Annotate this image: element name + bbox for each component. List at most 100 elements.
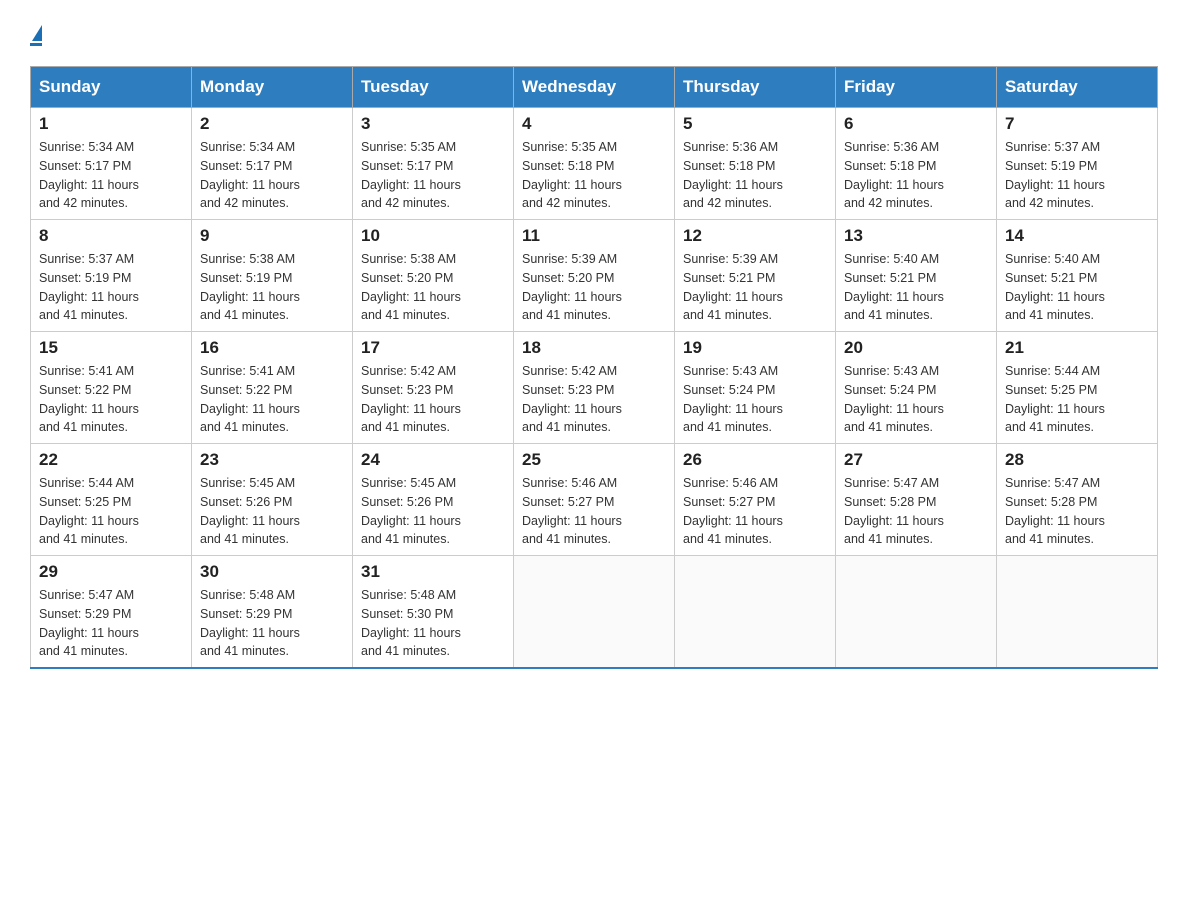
day-number: 11 [522,226,666,246]
calendar-cell: 29 Sunrise: 5:47 AMSunset: 5:29 PMDayligh… [31,556,192,669]
day-info: Sunrise: 5:42 AMSunset: 5:23 PMDaylight:… [522,362,666,437]
day-number: 29 [39,562,183,582]
day-info: Sunrise: 5:36 AMSunset: 5:18 PMDaylight:… [683,138,827,213]
day-number: 3 [361,114,505,134]
day-number: 19 [683,338,827,358]
calendar-cell: 18Sunrise: 5:42 AMSunset: 5:23 PMDayligh… [514,332,675,444]
week-row-4: 22Sunrise: 5:44 AMSunset: 5:25 PMDayligh… [31,444,1158,556]
day-number: 12 [683,226,827,246]
day-number: 14 [1005,226,1149,246]
calendar-cell [675,556,836,669]
day-number: 28 [1005,450,1149,470]
day-info: Sunrise: 5:34 AMSunset: 5:17 PMDaylight:… [200,138,344,213]
day-number: 15 [39,338,183,358]
header-friday: Friday [836,67,997,108]
day-info: Sunrise: 5:45 AMSunset: 5:26 PMDaylight:… [361,474,505,549]
header-thursday: Thursday [675,67,836,108]
calendar-cell: 26 Sunrise: 5:46 AMSunset: 5:27 PMDayligh… [675,444,836,556]
day-number: 1 [39,114,183,134]
week-row-3: 15 Sunrise: 5:41 AMSunset: 5:22 PMDayligh… [31,332,1158,444]
day-info: Sunrise: 5:39 AMSunset: 5:21 PMDaylight:… [683,250,827,325]
day-info: Sunrise: 5:41 AMSunset: 5:22 PMDaylight:… [200,362,344,437]
logo-divider [30,43,42,46]
day-number: 20 [844,338,988,358]
calendar-cell: 22Sunrise: 5:44 AMSunset: 5:25 PMDayligh… [31,444,192,556]
day-number: 25 [522,450,666,470]
day-info: Sunrise: 5:47 AMSunset: 5:28 PMDaylight:… [1005,474,1149,549]
calendar-cell: 27Sunrise: 5:47 AMSunset: 5:28 PMDayligh… [836,444,997,556]
day-info: Sunrise: 5:37 AMSunset: 5:19 PMDaylight:… [39,250,183,325]
day-number: 31 [361,562,505,582]
day-info: Sunrise: 5:35 AMSunset: 5:17 PMDaylight:… [361,138,505,213]
calendar-cell: 14 Sunrise: 5:40 AMSunset: 5:21 PMDayligh… [997,220,1158,332]
week-row-2: 8 Sunrise: 5:37 AMSunset: 5:19 PMDaylight… [31,220,1158,332]
day-number: 10 [361,226,505,246]
calendar-cell: 5 Sunrise: 5:36 AMSunset: 5:18 PMDaylight… [675,108,836,220]
logo-triangle-icon [32,25,42,41]
header-sunday: Sunday [31,67,192,108]
week-row-5: 29 Sunrise: 5:47 AMSunset: 5:29 PMDayligh… [31,556,1158,669]
day-number: 4 [522,114,666,134]
day-info: Sunrise: 5:47 AMSunset: 5:28 PMDaylight:… [844,474,988,549]
calendar-cell: 6 Sunrise: 5:36 AMSunset: 5:18 PMDaylight… [836,108,997,220]
day-number: 17 [361,338,505,358]
calendar-cell: 28 Sunrise: 5:47 AMSunset: 5:28 PMDayligh… [997,444,1158,556]
day-info: Sunrise: 5:42 AMSunset: 5:23 PMDaylight:… [361,362,505,437]
calendar-cell: 1 Sunrise: 5:34 AMSunset: 5:17 PMDaylight… [31,108,192,220]
day-number: 8 [39,226,183,246]
calendar-cell: 19Sunrise: 5:43 AMSunset: 5:24 PMDayligh… [675,332,836,444]
page-header [30,20,1158,46]
day-info: Sunrise: 5:46 AMSunset: 5:27 PMDaylight:… [683,474,827,549]
day-info: Sunrise: 5:47 AMSunset: 5:29 PMDaylight:… [39,586,183,661]
day-number: 22 [39,450,183,470]
day-info: Sunrise: 5:34 AMSunset: 5:17 PMDaylight:… [39,138,183,213]
calendar-cell [997,556,1158,669]
week-row-1: 1 Sunrise: 5:34 AMSunset: 5:17 PMDaylight… [31,108,1158,220]
day-number: 24 [361,450,505,470]
calendar-cell: 9 Sunrise: 5:38 AMSunset: 5:19 PMDaylight… [192,220,353,332]
day-number: 16 [200,338,344,358]
calendar-cell: 30 Sunrise: 5:48 AMSunset: 5:29 PMDayligh… [192,556,353,669]
calendar-cell: 16 Sunrise: 5:41 AMSunset: 5:22 PMDayligh… [192,332,353,444]
header-wednesday: Wednesday [514,67,675,108]
day-info: Sunrise: 5:38 AMSunset: 5:19 PMDaylight:… [200,250,344,325]
day-number: 23 [200,450,344,470]
calendar-header-row: SundayMondayTuesdayWednesdayThursdayFrid… [31,67,1158,108]
calendar-cell: 12 Sunrise: 5:39 AMSunset: 5:21 PMDayligh… [675,220,836,332]
header-saturday: Saturday [997,67,1158,108]
day-info: Sunrise: 5:45 AMSunset: 5:26 PMDaylight:… [200,474,344,549]
calendar-cell: 31Sunrise: 5:48 AMSunset: 5:30 PMDayligh… [353,556,514,669]
day-number: 21 [1005,338,1149,358]
calendar-cell: 24 Sunrise: 5:45 AMSunset: 5:26 PMDayligh… [353,444,514,556]
calendar-cell [514,556,675,669]
calendar-cell: 2 Sunrise: 5:34 AMSunset: 5:17 PMDaylight… [192,108,353,220]
calendar-cell [836,556,997,669]
day-info: Sunrise: 5:41 AMSunset: 5:22 PMDaylight:… [39,362,183,437]
calendar-cell: 17 Sunrise: 5:42 AMSunset: 5:23 PMDayligh… [353,332,514,444]
day-info: Sunrise: 5:43 AMSunset: 5:24 PMDaylight:… [844,362,988,437]
day-number: 30 [200,562,344,582]
day-number: 6 [844,114,988,134]
day-info: Sunrise: 5:39 AMSunset: 5:20 PMDaylight:… [522,250,666,325]
header-tuesday: Tuesday [353,67,514,108]
day-number: 26 [683,450,827,470]
calendar-cell: 11 Sunrise: 5:39 AMSunset: 5:20 PMDayligh… [514,220,675,332]
header-monday: Monday [192,67,353,108]
calendar-cell: 3 Sunrise: 5:35 AMSunset: 5:17 PMDaylight… [353,108,514,220]
calendar-cell: 13 Sunrise: 5:40 AMSunset: 5:21 PMDayligh… [836,220,997,332]
day-info: Sunrise: 5:48 AMSunset: 5:29 PMDaylight:… [200,586,344,661]
day-info: Sunrise: 5:40 AMSunset: 5:21 PMDaylight:… [844,250,988,325]
calendar-cell: 25 Sunrise: 5:46 AMSunset: 5:27 PMDayligh… [514,444,675,556]
calendar-cell: 10Sunrise: 5:38 AMSunset: 5:20 PMDayligh… [353,220,514,332]
day-number: 9 [200,226,344,246]
day-info: Sunrise: 5:46 AMSunset: 5:27 PMDaylight:… [522,474,666,549]
calendar-cell: 8 Sunrise: 5:37 AMSunset: 5:19 PMDaylight… [31,220,192,332]
day-info: Sunrise: 5:40 AMSunset: 5:21 PMDaylight:… [1005,250,1149,325]
day-number: 5 [683,114,827,134]
day-number: 13 [844,226,988,246]
day-info: Sunrise: 5:36 AMSunset: 5:18 PMDaylight:… [844,138,988,213]
logo [30,20,42,46]
day-number: 2 [200,114,344,134]
calendar-table: SundayMondayTuesdayWednesdayThursdayFrid… [30,66,1158,669]
day-info: Sunrise: 5:35 AMSunset: 5:18 PMDaylight:… [522,138,666,213]
